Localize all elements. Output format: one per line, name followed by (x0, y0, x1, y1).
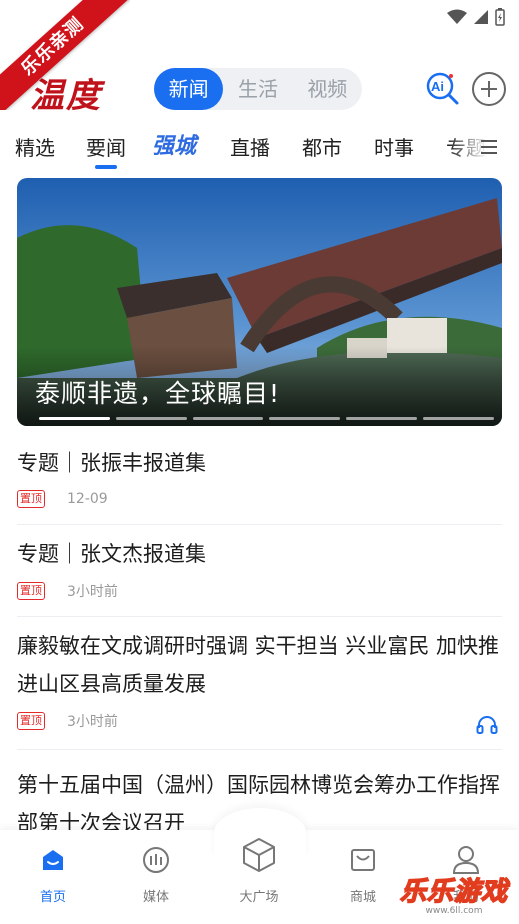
nav-plaza[interactable]: 大广场 (214, 830, 304, 905)
cube-icon (243, 838, 275, 872)
category-tabs: 精选 要闻 强城 直播 都市 时事 专题 (0, 128, 519, 172)
nav-label: 媒体 (142, 890, 169, 905)
segment-life[interactable]: 生活 (223, 68, 292, 110)
news-item[interactable]: 专题｜张文杰报道集 置顶 3小时前 (17, 535, 502, 617)
carousel-dot (423, 417, 494, 420)
carousel-dot (115, 417, 187, 420)
channel-switcher: 新闻 生活 视频 (154, 68, 362, 110)
add-icon[interactable] (472, 72, 506, 106)
corner-ribbon: 乐乐亲测 (0, 0, 130, 110)
tab-qiangcheng[interactable]: 强城 (152, 128, 196, 160)
tab-selected[interactable]: 精选 (15, 132, 55, 161)
pinned-badge: 置顶 (17, 712, 45, 730)
carousel-dot (346, 417, 418, 420)
ai-search-icon[interactable]: Ai (424, 70, 460, 106)
carousel-dot (192, 417, 264, 420)
tab-city[interactable]: 都市 (302, 132, 342, 161)
tab-headlines[interactable]: 要闻 (86, 132, 126, 161)
news-title: 廉毅敏在文成调研时强调 实干担当 兴业富民 加快推进山区县高质量发展 (17, 634, 500, 696)
pinned-badge: 置顶 (17, 582, 45, 600)
wifi-icon (447, 9, 467, 24)
menu-icon[interactable] (481, 140, 497, 154)
news-item[interactable]: 廉毅敏在文成调研时强调 实干担当 兴业富民 加快推进山区县高质量发展 置顶 3小… (17, 627, 502, 750)
nav-media[interactable]: 媒体 (111, 840, 201, 905)
banner-carousel[interactable]: 泰顺非遗，全球瞩目! (17, 178, 502, 426)
ai-label: Ai (431, 79, 444, 94)
carousel-dot (269, 417, 341, 420)
news-time: 3小时前 (67, 714, 118, 730)
tab-live[interactable]: 直播 (230, 132, 270, 161)
news-time: 12-09 (67, 491, 108, 507)
signal-icon (474, 10, 488, 24)
segment-news[interactable]: 新闻 (154, 68, 224, 110)
nav-home[interactable]: 首页 (8, 840, 98, 905)
segment-video[interactable]: 视频 (293, 68, 362, 110)
news-time: 3小时前 (67, 584, 118, 600)
nav-label: 首页 (39, 890, 66, 905)
carousel-indicator (39, 417, 494, 420)
mall-icon (351, 849, 375, 871)
banner-caption: 泰顺非遗，全球瞩目! (35, 379, 281, 408)
headphones-icon[interactable] (476, 715, 498, 735)
carousel-dot (39, 417, 110, 420)
news-title: 专题｜张振丰报道集 (17, 451, 206, 475)
tab-current-affairs[interactable]: 时事 (374, 132, 414, 161)
news-item[interactable]: 专题｜张振丰报道集 置顶 12-09 (17, 444, 502, 525)
watermark-text: 乐乐游戏 (399, 876, 508, 908)
media-icon (143, 847, 169, 873)
ribbon-text: 乐乐亲测 (0, 0, 130, 110)
watermark: 乐乐游戏 www.6ll.com (395, 871, 513, 916)
news-title: 专题｜张文杰报道集 (17, 542, 206, 566)
battery-icon (495, 8, 505, 26)
pinned-badge: 置顶 (17, 490, 45, 508)
nav-label: 大广场 (239, 890, 279, 905)
home-icon (43, 850, 63, 870)
